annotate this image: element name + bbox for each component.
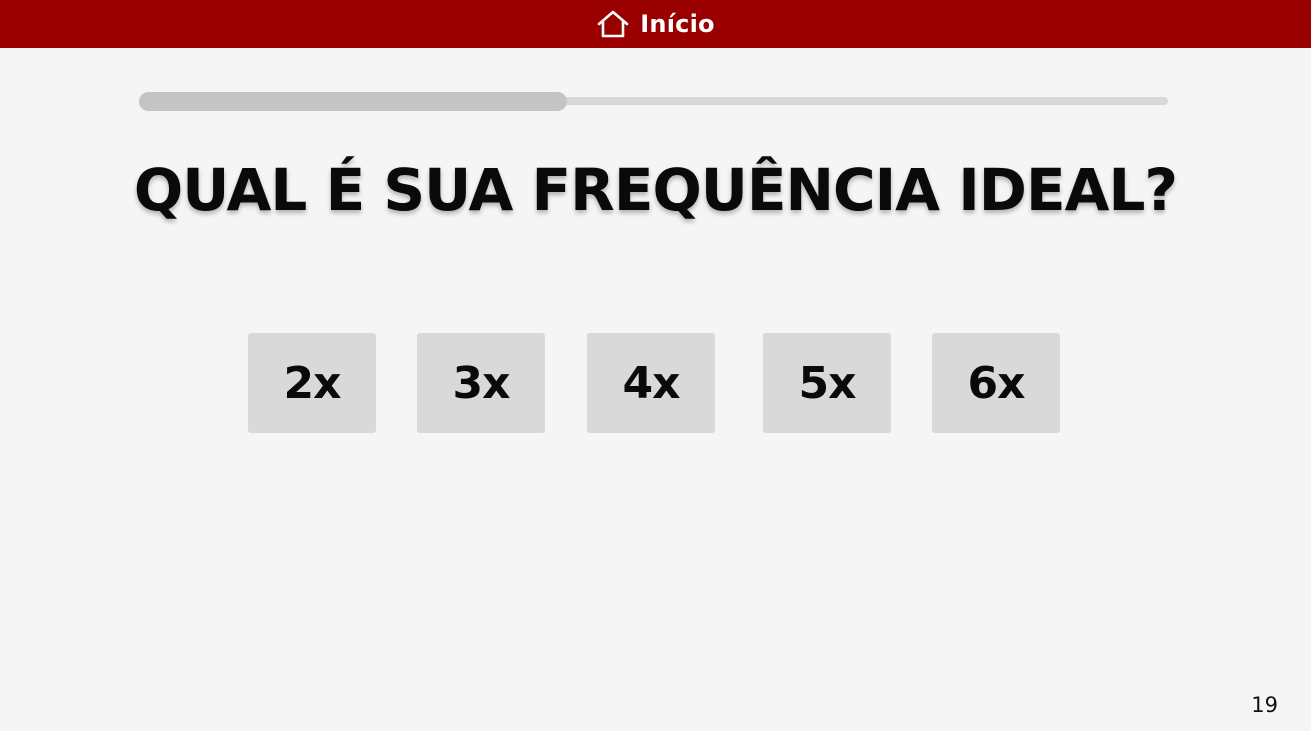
option-4x-button[interactable]: 4x: [587, 333, 715, 433]
top-bar: Início: [0, 0, 1311, 48]
home-button[interactable]: Início: [596, 9, 714, 39]
progress-fill: [139, 92, 567, 111]
home-icon: [596, 9, 630, 39]
option-3x-button[interactable]: 3x: [417, 333, 545, 433]
option-6x-button[interactable]: 6x: [932, 333, 1060, 433]
question-title: QUAL É SUA FREQUÊNCIA IDEAL?: [133, 156, 1178, 224]
option-5x-button[interactable]: 5x: [763, 333, 891, 433]
page-number: 19: [1251, 693, 1278, 717]
home-label: Início: [640, 10, 715, 38]
option-label: 2x: [283, 357, 342, 409]
option-label: 5x: [798, 357, 857, 409]
option-2x-button[interactable]: 2x: [248, 333, 376, 433]
option-label: 4x: [622, 357, 681, 409]
option-label: 6x: [967, 357, 1026, 409]
option-label: 3x: [452, 357, 511, 409]
